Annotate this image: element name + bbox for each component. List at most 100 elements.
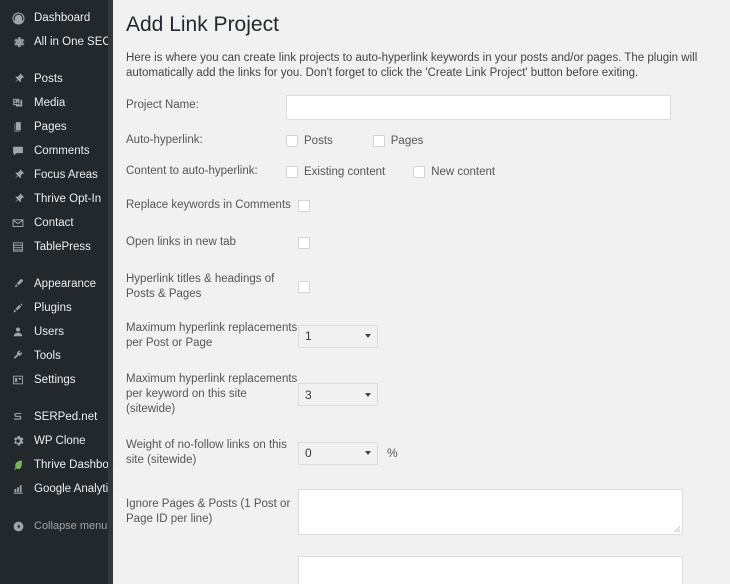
sidebar-item-label: Comments	[34, 145, 90, 157]
media-icon	[9, 94, 27, 112]
dashboard-icon	[9, 9, 27, 27]
max-replacements-per-keyword-control: 3	[298, 383, 712, 407]
form-row-nofollow-weight: Weight of no-follow links on this site (…	[126, 438, 712, 468]
percent-suffix: %	[387, 445, 398, 460]
sidebar-separator	[0, 392, 113, 405]
sidebar-item-label: Dashboard	[34, 12, 91, 24]
pin-icon	[9, 166, 27, 184]
sidebar-item-settings[interactable]: Settings	[0, 368, 113, 392]
chevron-down-icon	[365, 334, 371, 339]
open-links-new-tab-checkbox[interactable]	[298, 236, 310, 249]
select-value: 0	[305, 446, 312, 461]
sidebar-item-wp-clone[interactable]: WP Clone	[0, 429, 113, 453]
sidebar-item-thrive-dashboard[interactable]: Thrive Dashboard	[0, 453, 125, 477]
new-content-group: New content	[413, 165, 496, 178]
form-row-max-replacements-per-keyword: Maximum hyperlink replacements per keywo…	[126, 372, 712, 417]
ignore-pages-posts-label: Ignore Pages & Posts (1 Post or Page ID …	[126, 498, 291, 526]
form-row-auto-hyperlink: Auto-hyperlink: Posts Pages	[126, 133, 712, 148]
nofollow-weight-label: Weight of no-follow links on this site (…	[126, 439, 287, 467]
hyperlink-titles-headings-checkbox[interactable]	[298, 281, 310, 294]
envelope-icon	[9, 214, 27, 232]
keywords-control	[298, 556, 683, 584]
sidebar-separator	[0, 501, 113, 514]
sidebar-item-serped-net[interactable]: SERPed.net	[0, 405, 113, 429]
page-description: Here is where you can create link projec…	[126, 52, 698, 80]
sidebar-item-focus-areas[interactable]: Focus Areas	[0, 163, 113, 187]
sidebar-item-google-analytics[interactable]: Google Analytics	[0, 477, 120, 501]
hyperlink-titles-headings-control	[298, 281, 712, 294]
keywords-textarea[interactable]	[298, 556, 683, 584]
user-icon	[9, 323, 27, 341]
auto-hyperlink-posts-label: Posts	[304, 134, 333, 147]
sidebar-group-plugins-extra: SERPed.net WP Clone Thrive Dashboard Goo…	[0, 405, 125, 501]
select-value: 3	[305, 387, 312, 402]
auto-hyperlink-label: Auto-hyperlink:	[126, 134, 203, 147]
sidebar-item-label: SERPed.net	[34, 411, 98, 423]
open-links-new-tab-control	[298, 236, 712, 249]
sidebar-item-dashboard[interactable]: Dashboard	[0, 6, 113, 30]
wrench-icon	[9, 347, 27, 365]
content-to-auto-hyperlink-label: Content to auto-hyperlink:	[126, 165, 258, 178]
pages-icon	[9, 118, 27, 136]
sidebar-group-main: Dashboard All in One SEO	[0, 6, 113, 54]
sidebar-item-tablepress[interactable]: TablePress	[0, 235, 113, 259]
new-content-checkbox[interactable]	[413, 165, 426, 178]
sidebar-item-users[interactable]: Users	[0, 320, 113, 344]
sidebar-item-label: Focus Areas	[34, 169, 98, 181]
form-row-project-name: Project Name:	[126, 95, 712, 121]
project-name-input[interactable]	[286, 95, 671, 121]
sidebar-item-label: Tools	[34, 350, 61, 362]
auto-hyperlink-control: Posts Pages	[286, 134, 712, 147]
form-row-open-links-new-tab: Open links in new tab	[126, 235, 712, 250]
auto-hyperlink-pages-checkbox[interactable]	[372, 134, 385, 147]
sidebar-item-comments[interactable]: Comments	[0, 139, 113, 163]
sidebar-item-label: Google Analytics	[34, 483, 120, 495]
form-row-hyperlink-titles-headings: Hyperlink titles & headings of Posts & P…	[126, 272, 712, 302]
project-name-control	[286, 95, 712, 121]
ignore-pages-posts-textarea[interactable]	[298, 489, 683, 536]
sidebar-item-thrive-opt-in[interactable]: Thrive Opt-In	[0, 187, 113, 211]
sidebar-item-contact[interactable]: Contact	[0, 211, 113, 235]
sidebar-item-tools[interactable]: Tools	[0, 344, 113, 368]
sidebar-item-label: Users	[34, 326, 65, 338]
sidebar-item-plugins[interactable]: Plugins	[0, 296, 113, 320]
sidebar-separator	[0, 259, 113, 272]
plug-icon	[9, 299, 27, 317]
settings-icon	[9, 371, 27, 389]
gear-icon	[9, 432, 27, 450]
auto-hyperlink-pages-label: Pages	[390, 134, 424, 147]
replace-keywords-comments-label: Replace keywords in Comments	[126, 199, 291, 212]
chevron-down-icon	[365, 392, 371, 397]
ignore-pages-posts-control	[298, 489, 683, 536]
existing-content-label: Existing content	[304, 165, 386, 178]
sidebar-item-all-in-one-seo[interactable]: All in One SEO	[0, 30, 113, 54]
select-value: 1	[305, 329, 312, 344]
pin-icon	[9, 70, 27, 88]
sidebar-item-pages[interactable]: Pages	[0, 115, 113, 139]
form-row-ignore-pages-posts: Ignore Pages & Posts (1 Post or Page ID …	[126, 489, 712, 536]
sidebar-item-label: Media	[34, 97, 66, 109]
admin-sidebar: Dashboard All in One SEO Posts Media Pag…	[0, 0, 125, 584]
leaf-icon	[9, 456, 27, 474]
sidebar-item-appearance[interactable]: Appearance	[0, 272, 113, 296]
auto-hyperlink-posts-checkbox[interactable]	[286, 134, 298, 147]
max-replacements-per-keyword-select[interactable]: 3	[298, 383, 378, 407]
sidebar-item-posts[interactable]: Posts	[0, 67, 113, 91]
nofollow-weight-select[interactable]: 0	[298, 441, 378, 465]
sidebar-item-label: Pages	[34, 121, 67, 133]
collapse-menu-button[interactable]: Collapse menu	[0, 514, 113, 538]
hyperlink-titles-headings-label: Hyperlink titles & headings of Posts & P…	[126, 273, 275, 301]
max-replacements-per-post-select[interactable]: 1	[298, 324, 378, 348]
existing-content-checkbox[interactable]	[286, 165, 298, 178]
sidebar-item-media[interactable]: Media	[0, 91, 113, 115]
open-links-new-tab-label: Open links in new tab	[126, 236, 236, 249]
auto-hyperlink-pages-group: Pages	[372, 134, 424, 147]
replace-keywords-comments-control	[298, 199, 712, 212]
existing-content-group: Existing content	[286, 165, 386, 178]
sidebar-item-label: Appearance	[34, 278, 97, 290]
replace-keywords-comments-checkbox[interactable]	[298, 199, 310, 212]
max-replacements-per-keyword-label: Maximum hyperlink replacements per keywo…	[126, 373, 298, 416]
sidebar-item-label: Posts	[34, 73, 63, 85]
bar-chart-icon	[9, 480, 27, 498]
new-content-label: New content	[431, 165, 496, 178]
